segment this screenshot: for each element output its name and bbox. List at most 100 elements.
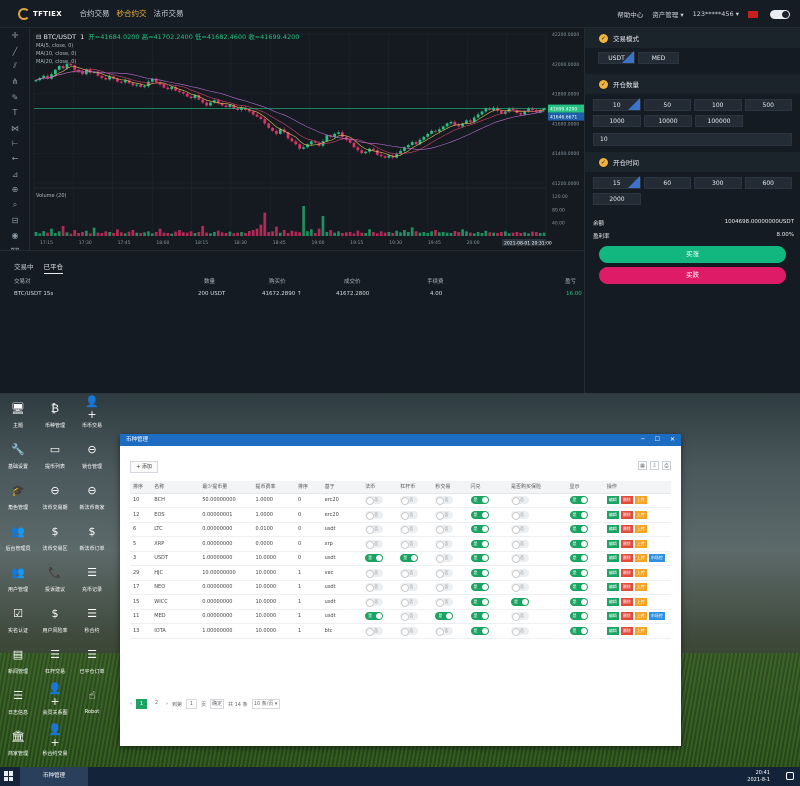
toggle-switch[interactable]: 否 (365, 626, 384, 636)
toggle-switch[interactable]: 否 (510, 525, 529, 535)
page-2-button[interactable]: 2 (151, 699, 162, 709)
toggle-switch[interactable]: 否 (435, 568, 454, 578)
toggle-switch[interactable]: 否 (400, 597, 419, 607)
toggle-switch[interactable]: 是 (435, 612, 454, 621)
user-menu[interactable]: 123*****456 ▾ (693, 10, 739, 18)
time-600-button[interactable]: 600 (744, 177, 792, 189)
desktop-icon-check[interactable]: ☑ 实名认证 (0, 604, 36, 635)
edit-button[interactable]: 编辑 (606, 626, 619, 635)
toggle-switch[interactable]: 否 (435, 554, 454, 564)
table-row[interactable]: 5 XRP 0.00000000 0.0000 0 xrp 否否否是否是编辑 删除 上传 (130, 536, 671, 552)
per-page-select[interactable]: 10 条/页 ▾ (251, 699, 280, 709)
toggle-switch[interactable]: 是 (470, 597, 489, 606)
price-chart[interactable]: 42200.0000 42000.0000 41800.0000 41600.0000… (30, 28, 584, 250)
toggle-switch[interactable]: 否 (400, 539, 419, 549)
amount-1000-button[interactable]: 1000 (593, 115, 641, 127)
delete-button[interactable]: 删除 (620, 510, 633, 519)
text-tool-icon[interactable]: T (0, 105, 30, 120)
amount-10000-button[interactable]: 10000 (644, 115, 692, 127)
upload-button[interactable]: 上传 (634, 525, 647, 534)
toggle-switch[interactable]: 否 (435, 539, 454, 549)
toggle-switch[interactable]: 否 (365, 597, 384, 607)
desktop-icon-wrench[interactable]: 🔧 基础设置 (0, 440, 36, 471)
toggle-switch[interactable]: 是 (569, 525, 588, 534)
delete-button[interactable]: 删除 (620, 496, 633, 505)
edit-button[interactable]: 编辑 (606, 496, 619, 505)
delete-button[interactable]: 删除 (620, 554, 633, 563)
desktop-icon-card[interactable]: ▭ 提币列表 (37, 440, 73, 471)
desktop-icon-risk[interactable]: $ 用户风险率 (37, 604, 73, 635)
desktop-icon-swap[interactable]: ⊖ 法币交易期 (37, 481, 73, 512)
crosshair-tool-icon[interactable]: ✛ (0, 28, 30, 43)
toggle-switch[interactable]: 是 (470, 539, 489, 548)
desktop-icon-closed-orders[interactable]: ☰ 已平仓订单 (74, 645, 110, 676)
market-control-button[interactable]: 市场控 (648, 612, 665, 621)
columns-icon[interactable]: ▦ (638, 461, 647, 470)
toggle-switch[interactable]: 是 (569, 612, 588, 621)
desktop-icon-users[interactable]: 👥 后台管理员 (0, 522, 36, 553)
desktop-icon-graduation[interactable]: 🎓 角色管理 (0, 481, 36, 512)
delete-button[interactable]: 删除 (620, 525, 633, 534)
upload-button[interactable]: 上传 (634, 568, 647, 577)
toggle-switch[interactable]: 否 (510, 568, 529, 578)
desktop-icon-seconds[interactable]: ☰ 秒合约 (74, 604, 110, 635)
mode-usdt-button[interactable]: USDT (598, 51, 635, 64)
desktop-icon-dollar-order[interactable]: $ 新法币订单 (74, 522, 110, 553)
export-icon[interactable]: ⇩ (650, 461, 659, 470)
desktop-icon-merchant[interactable]: ⊖ 新法币商家 (74, 481, 110, 512)
table-row[interactable]: 11 MED 0.00000000 10.0000 1 usdt 是否是是否是编辑 删除 上传市… (130, 609, 671, 624)
toggle-switch[interactable]: 否 (435, 597, 454, 607)
pitchfork-tool-icon[interactable]: ⋔ (0, 74, 30, 89)
desktop-icon-list[interactable]: ☰ 充币记录 (74, 563, 110, 594)
window-titlebar[interactable]: 币种管理 ─ ☐ ✕ (120, 434, 681, 446)
toggle-switch[interactable]: 否 (400, 525, 419, 535)
brush-tool-icon[interactable]: ✎ (0, 90, 30, 105)
time-300-button[interactable]: 300 (694, 177, 742, 189)
prev-page-icon[interactable]: ‹ (130, 701, 132, 707)
amount-input[interactable]: 10 (593, 133, 792, 146)
nav-tab-contract[interactable]: 合约交易 (76, 0, 113, 28)
desktop-icon-bitcoin[interactable]: ₿ 币种管理 (37, 399, 73, 430)
toggle-switch[interactable]: 否 (510, 510, 529, 520)
measure-tool-icon[interactable]: ⊢ (0, 136, 30, 151)
toggle-switch[interactable]: 否 (365, 510, 384, 520)
desktop-icon-user-manage[interactable]: 👥 用户管理 (0, 563, 36, 594)
desktop-icon-news[interactable]: ▤ 新闻管理 (0, 645, 36, 676)
eye-tool-icon[interactable]: ◉ (0, 228, 30, 243)
toggle-switch[interactable]: 是 (470, 525, 489, 534)
toggle-switch[interactable]: 否 (435, 626, 454, 636)
toggle-switch[interactable]: 否 (435, 525, 454, 535)
amount-10-button[interactable]: 10 (593, 98, 641, 111)
desktop-icon-monitor[interactable]: 🖥 主题 (0, 399, 36, 430)
delete-button[interactable]: 删除 (620, 626, 633, 635)
edit-button[interactable]: 编辑 (606, 554, 619, 563)
toggle-switch[interactable]: 是 (470, 554, 489, 563)
toggle-switch[interactable]: 否 (510, 626, 529, 636)
notification-icon[interactable] (786, 772, 794, 780)
table-row[interactable]: 3 USDT 1.00000000 10.0000 0 usdt 是是否是否是编辑 删除 上传市… (130, 551, 671, 566)
toggle-switch[interactable]: 否 (400, 583, 419, 593)
toggle-switch[interactable]: 否 (365, 525, 384, 535)
assets-menu[interactable]: 资产管理 ▾ (652, 9, 683, 19)
desktop-icon-relation[interactable]: 👤+ 会员关系图 (37, 682, 73, 716)
tab-open-orders[interactable]: 交易中 (14, 261, 34, 274)
buy-down-button[interactable]: 买跌 (599, 267, 786, 284)
toggle-switch[interactable]: 是 (365, 612, 384, 621)
toggle-switch[interactable]: 否 (435, 583, 454, 593)
toggle-switch[interactable]: 是 (510, 597, 529, 606)
desktop-icon-contract[interactable]: 👤+ 秒合约交易 (37, 723, 73, 757)
delete-button[interactable]: 删除 (620, 597, 633, 606)
maximize-icon[interactable]: ☐ (655, 434, 660, 446)
table-row[interactable]: 15 WICC 0.00000000 10.0000 1 usdt 否否否是是是编辑 删除 上传 (130, 594, 671, 610)
amount-100-button[interactable]: 100 (694, 99, 742, 111)
delete-button[interactable]: 删除 (620, 539, 633, 548)
minimize-icon[interactable]: ─ (641, 434, 645, 446)
time-15-button[interactable]: 15 (593, 176, 641, 189)
edit-button[interactable]: 编辑 (606, 583, 619, 592)
goto-input[interactable]: 1 (186, 699, 198, 709)
magnet-tool-icon[interactable]: ⊕ (0, 182, 30, 197)
time-2000-button[interactable]: 2000 (593, 193, 641, 205)
edit-button[interactable]: 编辑 (606, 612, 619, 621)
toggle-switch[interactable]: 是 (569, 597, 588, 606)
channel-tool-icon[interactable]: ⫽ (0, 59, 30, 74)
